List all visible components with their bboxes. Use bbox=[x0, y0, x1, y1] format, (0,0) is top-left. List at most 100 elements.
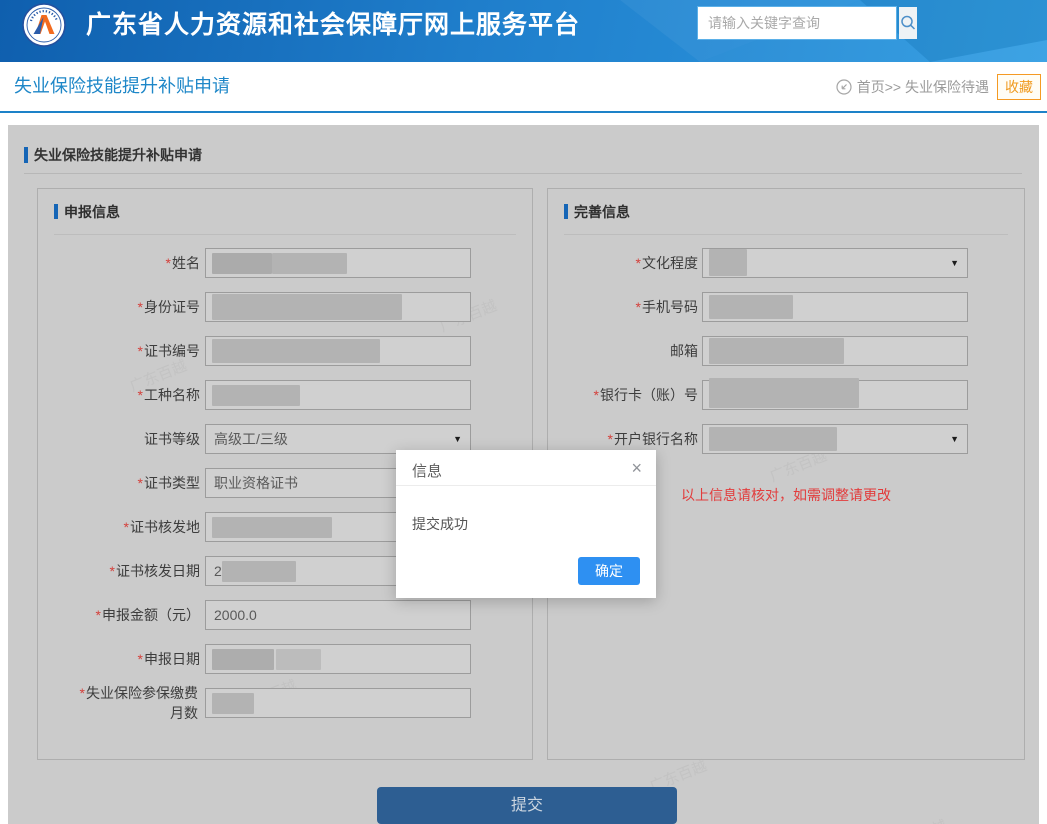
email-input[interactable] bbox=[702, 336, 968, 366]
required-mark: * bbox=[594, 387, 599, 403]
job-title-input[interactable] bbox=[205, 380, 471, 410]
section-title: 失业保险技能提升补贴申请 bbox=[34, 140, 202, 170]
required-mark: * bbox=[138, 299, 143, 315]
insured-months-input[interactable] bbox=[205, 688, 471, 718]
dialog-header: 信息 × bbox=[396, 450, 656, 486]
field-row: *申报金额（元） 2000.0 bbox=[38, 600, 532, 630]
dropdown-arrow-icon: ▼ bbox=[950, 425, 959, 453]
issue-date-value: 2 bbox=[214, 557, 222, 585]
app-header: 广东省人力资源和社会保障厅网上服务平台 bbox=[0, 0, 1047, 62]
complete-panel-title: 完善信息 bbox=[574, 197, 630, 227]
education-select[interactable]: ▼ bbox=[702, 248, 968, 278]
required-mark: * bbox=[124, 519, 129, 535]
field-row: *证书编号 bbox=[38, 336, 532, 366]
breadcrumb-text: 首页>> 失业保险待遇 bbox=[857, 77, 989, 97]
panel-accent-bar bbox=[54, 204, 58, 219]
panel-divider bbox=[54, 234, 516, 235]
id-card-input[interactable] bbox=[205, 292, 471, 322]
apply-date-input[interactable] bbox=[205, 644, 471, 674]
field-row: 邮箱 bbox=[548, 336, 1024, 366]
issue-place-label: 证书核发地 bbox=[130, 519, 200, 535]
field-row: *失业保险参保缴费月数 bbox=[38, 688, 532, 718]
required-mark: * bbox=[96, 607, 101, 623]
portal-title: 广东省人力资源和社会保障厅网上服务平台 bbox=[86, 0, 580, 50]
field-row: *工种名称 bbox=[38, 380, 532, 410]
field-row: *手机号码 bbox=[548, 292, 1024, 322]
redacted-value bbox=[212, 385, 300, 406]
required-mark: * bbox=[138, 343, 143, 359]
search-button[interactable] bbox=[899, 7, 917, 39]
certificate-type-label: 证书类型 bbox=[144, 475, 200, 491]
mobile-input[interactable] bbox=[702, 292, 968, 322]
confirm-button[interactable]: 确定 bbox=[578, 557, 640, 585]
message-dialog: 信息 × 提交成功 确定 bbox=[396, 450, 656, 598]
panel-accent-bar bbox=[564, 204, 568, 219]
required-mark: * bbox=[636, 299, 641, 315]
job-title-label: 工种名称 bbox=[144, 387, 200, 403]
dialog-message: 提交成功 bbox=[412, 514, 468, 534]
agency-logo bbox=[22, 3, 66, 47]
apply-date-label: 申报日期 bbox=[144, 651, 200, 667]
id-card-label: 身份证号 bbox=[144, 299, 200, 315]
header-search bbox=[697, 6, 897, 40]
dropdown-arrow-icon: ▼ bbox=[453, 425, 462, 453]
redacted-value bbox=[212, 693, 254, 714]
redacted-value bbox=[709, 427, 837, 451]
required-mark: * bbox=[166, 255, 171, 271]
field-row: *身份证号 bbox=[38, 292, 532, 322]
field-row: *申报日期 bbox=[38, 644, 532, 674]
page: 广东省人力资源和社会保障厅网上服务平台 失业保险技能提升补贴申请 首页>> 失业… bbox=[0, 0, 1047, 824]
redacted-value bbox=[276, 649, 321, 670]
dialog-title: 信息 bbox=[412, 460, 442, 481]
dropdown-arrow-icon: ▼ bbox=[950, 249, 959, 277]
bank-card-input[interactable] bbox=[702, 380, 968, 410]
education-label: 文化程度 bbox=[642, 255, 698, 271]
certificate-no-label: 证书编号 bbox=[144, 343, 200, 359]
redacted-value bbox=[709, 249, 747, 276]
mobile-label: 手机号码 bbox=[642, 299, 698, 315]
bank-name-label: 开户银行名称 bbox=[614, 431, 698, 447]
required-mark: * bbox=[138, 651, 143, 667]
page-title: 失业保险技能提升补贴申请 bbox=[14, 62, 230, 111]
favorite-button[interactable]: 收藏 bbox=[997, 74, 1041, 100]
declare-panel-title: 申报信息 bbox=[64, 197, 120, 227]
required-mark: * bbox=[138, 387, 143, 403]
return-arrow-icon bbox=[836, 79, 852, 95]
field-row: *文化程度 ▼ bbox=[548, 248, 1024, 278]
panel-divider bbox=[564, 234, 1008, 235]
redacted-value bbox=[709, 378, 859, 408]
certificate-level-value: 高级工/三级 bbox=[214, 425, 288, 453]
redacted-value bbox=[212, 253, 272, 274]
search-input[interactable] bbox=[698, 7, 899, 39]
redacted-value bbox=[212, 649, 274, 670]
insured-months-label: 失业保险参保缴费月数 bbox=[86, 685, 198, 721]
required-mark: * bbox=[80, 685, 85, 701]
close-icon[interactable]: × bbox=[631, 458, 642, 478]
bank-name-select[interactable]: ▼ bbox=[702, 424, 968, 454]
redacted-value bbox=[709, 295, 793, 319]
issue-date-label: 证书核发日期 bbox=[116, 563, 200, 579]
certificate-level-label: 证书等级 bbox=[144, 431, 200, 447]
required-mark: * bbox=[110, 563, 115, 579]
amount-label: 申报金额（元） bbox=[102, 607, 200, 623]
bank-card-label: 银行卡（账）号 bbox=[600, 387, 698, 403]
email-label: 邮箱 bbox=[670, 343, 698, 359]
submit-button[interactable]: 提交 bbox=[377, 787, 677, 824]
required-mark: * bbox=[608, 431, 613, 447]
redacted-value bbox=[212, 294, 402, 320]
certificate-type-value: 职业资格证书 bbox=[214, 469, 298, 497]
page-bar: 失业保险技能提升补贴申请 首页>> 失业保险待遇 收藏 bbox=[0, 62, 1047, 113]
redacted-value bbox=[212, 339, 380, 363]
field-row: *银行卡（账）号 bbox=[548, 380, 1024, 410]
redacted-value bbox=[272, 253, 347, 274]
redacted-value bbox=[222, 561, 296, 582]
breadcrumb[interactable]: 首页>> 失业保险待遇 bbox=[836, 77, 989, 97]
redacted-value bbox=[212, 517, 332, 538]
amount-input[interactable]: 2000.0 bbox=[205, 600, 471, 630]
required-mark: * bbox=[138, 475, 143, 491]
certificate-no-input[interactable] bbox=[205, 336, 471, 366]
section-accent-bar bbox=[24, 147, 28, 163]
name-input[interactable] bbox=[205, 248, 471, 278]
field-row: *姓名 bbox=[38, 248, 532, 278]
amount-value: 2000.0 bbox=[214, 601, 257, 629]
